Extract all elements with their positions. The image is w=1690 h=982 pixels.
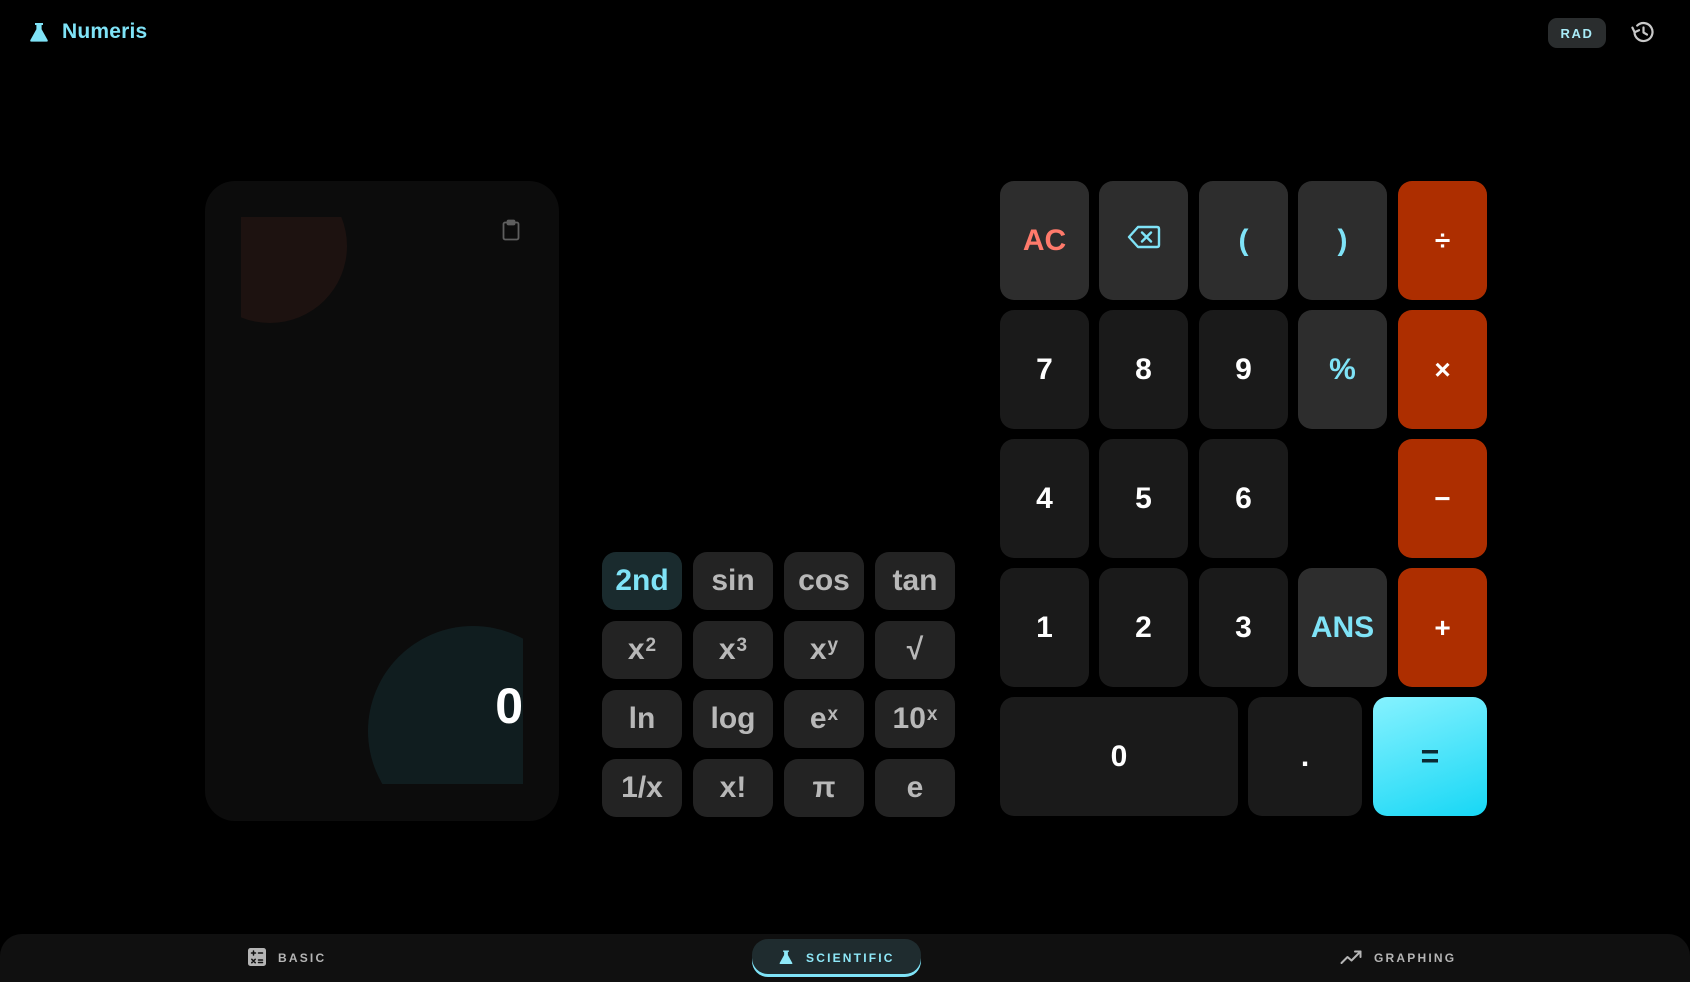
digit-4-button[interactable]: 4: [1000, 439, 1089, 558]
nav-graphing-label: GRAPHING: [1374, 951, 1457, 965]
digit-9-button[interactable]: 9: [1199, 310, 1288, 429]
sci-key[interactable]: log: [693, 690, 773, 748]
copy-result-button[interactable]: [498, 217, 524, 247]
display-value: 0: [495, 678, 523, 734]
sci-key-label: cos: [798, 564, 850, 597]
clipboard-icon: [501, 219, 521, 246]
sci-key-label: √: [906, 633, 924, 666]
sci-key-label: x: [809, 633, 827, 666]
digit-0-button[interactable]: 0: [1000, 697, 1238, 816]
sci-key-label: e: [906, 771, 924, 804]
calculator-icon: [248, 947, 266, 969]
history-icon: [1629, 18, 1657, 51]
backspace-button[interactable]: [1099, 181, 1188, 300]
digit-6-button[interactable]: 6: [1199, 439, 1288, 558]
calculator-display: 0: [205, 181, 559, 821]
sci-key-label: sin: [711, 564, 755, 597]
app-title: Numeris: [62, 20, 148, 43]
percent-button[interactable]: %: [1298, 310, 1387, 429]
divide-button[interactable]: ÷: [1398, 181, 1487, 300]
sci-key[interactable]: x!: [693, 759, 773, 817]
history-button[interactable]: [1626, 17, 1660, 51]
sci-key[interactable]: 1/x: [602, 759, 682, 817]
decorative-orb-warm: [241, 217, 347, 323]
digit-5-button[interactable]: 5: [1099, 439, 1188, 558]
sci-key[interactable]: ex: [784, 690, 864, 748]
flask-icon: [778, 949, 794, 968]
add-button[interactable]: +: [1398, 568, 1487, 687]
sci-key[interactable]: e: [875, 759, 955, 817]
sci-key[interactable]: x3: [693, 621, 773, 679]
sci-key-exponent: 2: [645, 635, 657, 656]
sci-key-label: x: [627, 633, 645, 666]
digit-2-button[interactable]: 2: [1099, 568, 1188, 687]
top-bar: Numeris RAD: [0, 0, 1690, 66]
close-paren-button[interactable]: ): [1298, 181, 1387, 300]
sci-key-label: ln: [628, 702, 656, 735]
subtract-button[interactable]: −: [1398, 439, 1487, 558]
angle-mode-toggle[interactable]: RAD: [1548, 18, 1606, 48]
sci-key[interactable]: π: [784, 759, 864, 817]
trending-line-icon: [1340, 949, 1362, 968]
sci-key-label: π: [812, 771, 836, 804]
sci-key-label: 1/x: [621, 771, 663, 804]
display-canvas: [241, 217, 523, 784]
backspace-icon: [1127, 224, 1161, 258]
sci-key-exponent: 3: [736, 635, 748, 656]
sci-key[interactable]: cos: [784, 552, 864, 610]
sci-key[interactable]: 2nd: [602, 552, 682, 610]
open-paren-button[interactable]: (: [1199, 181, 1288, 300]
sci-key[interactable]: √: [875, 621, 955, 679]
sci-key-label: log: [710, 702, 756, 735]
sci-key[interactable]: sin: [693, 552, 773, 610]
digit-3-button[interactable]: 3: [1199, 568, 1288, 687]
sci-key-label: 10: [892, 702, 926, 735]
flask-icon: [28, 21, 50, 43]
sci-key-exponent: x: [926, 704, 938, 725]
digit-7-button[interactable]: 7: [1000, 310, 1089, 429]
clear-button[interactable]: AC: [1000, 181, 1089, 300]
nav-scientific-label: SCIENTIFIC: [806, 951, 895, 965]
sci-key-label: tan: [892, 564, 938, 597]
multiply-button[interactable]: ×: [1398, 310, 1487, 429]
nav-basic-label: BASIC: [278, 951, 327, 965]
equals-button[interactable]: =: [1373, 697, 1487, 816]
sci-key-exponent: x: [827, 704, 839, 725]
sci-key-label: x!: [719, 771, 747, 804]
digit-1-button[interactable]: 1: [1000, 568, 1089, 687]
nav-scientific-tab[interactable]: SCIENTIFIC: [752, 939, 921, 977]
sci-key-label: 2nd: [615, 564, 669, 597]
sci-key[interactable]: 10 x: [875, 690, 955, 748]
nav-basic-tab[interactable]: BASIC: [248, 934, 326, 982]
sci-key[interactable]: x2: [602, 621, 682, 679]
nav-graphing-tab[interactable]: GRAPHING: [1340, 934, 1456, 982]
answer-button[interactable]: ANS: [1298, 568, 1387, 687]
decimal-button[interactable]: .: [1248, 697, 1362, 816]
sci-key-exponent: y: [827, 635, 839, 656]
brand: Numeris: [28, 20, 147, 44]
sci-key-label: x: [718, 633, 736, 666]
sci-key-label: e: [809, 702, 827, 735]
digit-8-button[interactable]: 8: [1099, 310, 1188, 429]
mode-navigation: BASIC SCIENTIFIC GRAPHING: [0, 934, 1690, 982]
sci-key[interactable]: tan: [875, 552, 955, 610]
sci-key[interactable]: ln: [602, 690, 682, 748]
sci-key[interactable]: xy: [784, 621, 864, 679]
